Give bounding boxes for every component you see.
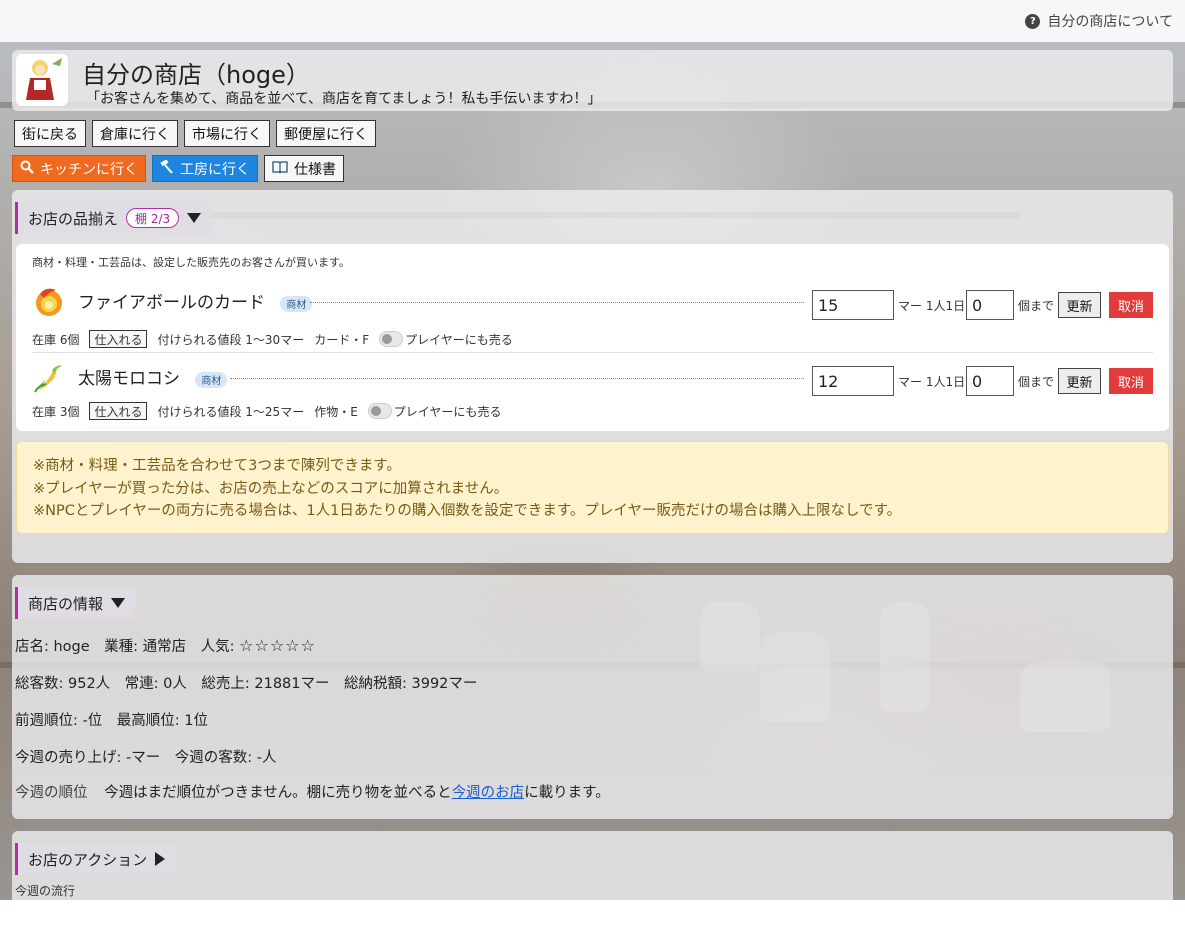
go-warehouse-button[interactable]: 倉庫に行く: [92, 120, 178, 147]
limit-unit-label: 個まで: [1018, 375, 1055, 389]
dotted-leader: [310, 302, 804, 303]
shop-info-section: 商店の情報 店名: hoge 業種: 通常店 人気: ☆☆☆☆☆ 総客数: 95…: [12, 575, 1173, 819]
product-name: 太陽モロコシ 商材: [78, 364, 228, 389]
update-button[interactable]: 更新: [1058, 292, 1101, 318]
hammer-icon: [160, 158, 174, 178]
sell-to-players-toggle[interactable]: [379, 331, 404, 347]
product-name: ファイアボールのカード 商材: [78, 288, 313, 313]
about-shop-link[interactable]: 自分の商店について: [1047, 11, 1173, 31]
notice-line: ※NPCとプレイヤーの両方に売る場合は、1人1日あたりの購入個数を設定できます。…: [33, 503, 902, 519]
product-meta: 在庫 6個 仕入れる 付けられる値段 1〜30マー カード・F プレイヤーにも売…: [32, 330, 513, 348]
fireball-card-icon: [32, 284, 66, 318]
display-rules-notice: ※商材・料理・工芸品を合わせて3つまで陳列できます。 ※プレイヤーが買った分は、…: [16, 441, 1169, 534]
update-button[interactable]: 更新: [1058, 368, 1101, 394]
cancel-button[interactable]: 取消: [1109, 368, 1153, 394]
restock-button[interactable]: 仕入れる: [89, 402, 148, 420]
product-meta: 在庫 3個 仕入れる 付けられる値段 1〜25マー 作物・E プレイヤーにも売る: [32, 402, 501, 420]
item-category: カード・F: [314, 332, 370, 347]
item-type-tag: 商材: [195, 371, 228, 388]
products-heading: お店の品揃え: [28, 209, 119, 228]
go-kitchen-label: キッチンに行く: [40, 161, 138, 178]
products-section: お店の品揃え 棚 2/3 商材・料理・工芸品は、設定した販売先のお客さんが買いま…: [12, 190, 1173, 563]
item-category: 作物・E: [314, 404, 358, 419]
this-week-shops-link[interactable]: 今週のお店: [452, 785, 525, 801]
weekly-stats: 今週の売り上げ: -マー 今週の客数: -人: [15, 750, 277, 766]
price-input[interactable]: 12: [812, 366, 894, 396]
price-unit-label: マー 1人1日: [898, 375, 966, 389]
sell-to-players-toggle[interactable]: [367, 403, 392, 419]
page-title: 自分の商店（hoge）: [82, 61, 310, 89]
shop-actions-heading: お店のアクション: [28, 850, 148, 869]
shopkeeper-quote: 「お客さんを集めて、商品を並べて、商店を育てましょう！私も手伝いますわ！」: [86, 91, 602, 107]
spec-book-label: 仕様書: [294, 161, 336, 178]
cancel-button[interactable]: 取消: [1109, 292, 1153, 318]
price-range: 付けられる値段 1〜30マー: [157, 332, 305, 347]
shop-totals: 総客数: 952人 常連: 0人 総売上: 21881マー 総納税額: 3992…: [15, 676, 478, 692]
shop-info-heading: 商店の情報: [28, 594, 104, 613]
purchase-limit-input[interactable]: 0: [966, 290, 1014, 320]
nav-row-secondary: キッチンに行く 工房に行く 仕様書: [12, 155, 344, 182]
shop-actions-section: お店のアクション 今週の流行: [12, 831, 1173, 900]
corn-icon: [32, 360, 66, 394]
limit-unit-label: 個まで: [1018, 299, 1055, 313]
chevron-down-icon: [187, 213, 202, 223]
notice-line: ※プレイヤーが買った分は、お店の売上などのスコアに加算されません。: [33, 480, 509, 497]
sell-to-players-label: プレイヤーにも売る: [393, 404, 502, 419]
chevron-right-icon: [155, 852, 166, 866]
book-icon: [272, 160, 288, 177]
go-market-button[interactable]: 市場に行く: [184, 120, 270, 147]
weekly-rank-label: 今週の順位: [15, 785, 88, 801]
back-to-town-button[interactable]: 街に戻る: [14, 120, 86, 147]
chevron-down-icon: [111, 598, 126, 608]
item-type-tag: 商材: [280, 295, 313, 312]
product-list-card: 商材・料理・工芸品は、設定した販売先のお客さんが買います。 ファイアボールのカー…: [16, 244, 1169, 431]
stock-count: 在庫 6個: [32, 332, 80, 347]
shop-info-toggle[interactable]: 商店の情報: [15, 587, 136, 619]
products-section-toggle[interactable]: お店の品揃え 棚 2/3: [15, 202, 212, 234]
sell-to-players-label: プレイヤーにも売る: [405, 332, 513, 347]
shopkeeper-avatar: [16, 54, 68, 106]
restock-button[interactable]: 仕入れる: [89, 330, 148, 348]
go-kitchen-button[interactable]: キッチンに行く: [12, 155, 146, 182]
price-range: 付けられる値段 1〜25マー: [157, 404, 305, 419]
price-input[interactable]: 15: [812, 290, 894, 320]
magnifier-icon: [20, 160, 34, 178]
shelf-count-badge: 棚 2/3: [126, 208, 180, 228]
item-divider: [32, 352, 1153, 353]
popularity-stars: ☆☆☆☆☆: [239, 636, 316, 655]
purchase-limit-input[interactable]: 0: [966, 366, 1014, 396]
nav-row-primary: 街に戻る 倉庫に行く 市場に行く 郵便屋に行く: [14, 120, 376, 147]
go-workshop-label: 工房に行く: [180, 161, 250, 178]
weekly-rank: 今週の順位 今週はまだ順位がつきません。棚に売り物を並べると今週のお店に載ります…: [15, 785, 610, 801]
stock-count: 在庫 3個: [32, 404, 80, 419]
spec-book-button[interactable]: 仕様書: [264, 155, 344, 182]
shop-actions-toggle[interactable]: お店のアクション: [15, 843, 176, 875]
dotted-leader: [230, 378, 804, 379]
go-workshop-button[interactable]: 工房に行く: [152, 155, 258, 182]
weekly-trend-label: 今週の流行: [15, 884, 76, 898]
shop-header: 自分の商店（hoge） 「お客さんを集めて、商品を並べて、商店を育てましょう！私…: [12, 50, 1173, 111]
notice-line: ※商材・料理・工芸品を合わせて3つまで陳列できます。: [33, 458, 401, 474]
go-post-office-button[interactable]: 郵便屋に行く: [276, 120, 376, 147]
product-note: 商材・料理・工芸品は、設定した販売先のお客さんが買います。: [32, 256, 350, 269]
question-circle-icon[interactable]: ?: [1025, 13, 1041, 29]
shop-rankings: 前週順位: -位 最高順位: 1位: [15, 713, 208, 729]
top-bar: ? 自分の商店について: [0, 0, 1185, 42]
shop-basic-info: 店名: hoge 業種: 通常店 人気: ☆☆☆☆☆: [15, 636, 316, 655]
price-unit-label: マー 1人1日: [898, 299, 966, 313]
